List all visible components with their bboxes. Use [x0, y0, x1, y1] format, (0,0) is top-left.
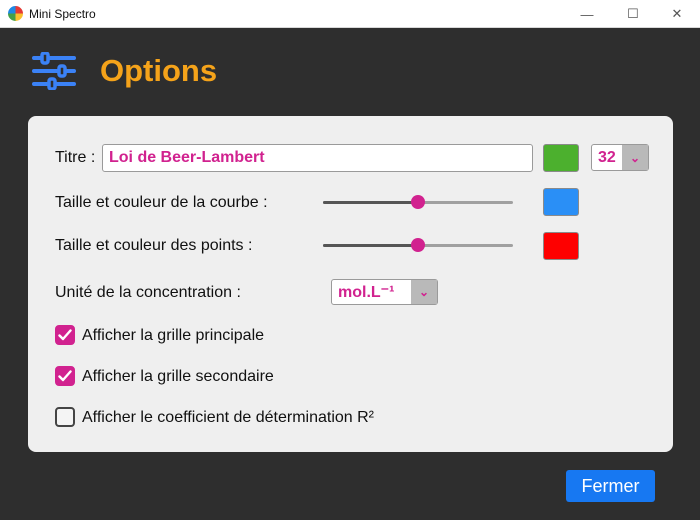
title-color-button[interactable] — [543, 144, 579, 172]
r2-checkbox[interactable] — [55, 407, 75, 427]
unit-select[interactable]: mol.L⁻¹ ⌄ — [331, 279, 438, 305]
slider-thumb[interactable] — [411, 238, 425, 252]
window-title: Mini Spectro — [29, 7, 96, 21]
close-button[interactable]: Fermer — [566, 470, 655, 502]
minimize-button[interactable]: — — [564, 0, 610, 28]
check-icon — [58, 370, 72, 382]
points-label: Taille et couleur des points : — [55, 237, 253, 254]
close-window-button[interactable]: ✕ — [654, 0, 700, 28]
points-color-button[interactable] — [543, 232, 579, 260]
check-icon — [58, 329, 72, 341]
curve-label: Taille et couleur de la courbe : — [55, 194, 268, 211]
title-label: Titre : — [55, 149, 96, 166]
chevron-down-icon: ⌄ — [622, 145, 648, 170]
title-input[interactable] — [102, 144, 533, 172]
secondary-grid-checkbox[interactable] — [55, 366, 75, 386]
main-grid-checkbox[interactable] — [55, 325, 75, 345]
maximize-button[interactable]: ☐ — [610, 0, 656, 28]
main-grid-label: Afficher la grille principale — [82, 327, 265, 344]
points-size-slider[interactable] — [323, 238, 513, 252]
chevron-down-icon: ⌄ — [411, 280, 437, 304]
secondary-grid-label: Afficher la grille secondaire — [82, 368, 274, 385]
app-icon — [8, 6, 23, 21]
slider-thumb[interactable] — [411, 195, 425, 209]
unit-value: mol.L⁻¹ — [338, 284, 395, 301]
r2-label: Afficher le coefficient de détermination… — [82, 409, 375, 426]
page-title: Options — [100, 53, 218, 88]
title-size-value: 32 — [598, 148, 616, 166]
unit-label: Unité de la concentration : — [55, 284, 241, 301]
title-bar: Mini Spectro — ☐ ✕ — [0, 0, 700, 28]
sliders-icon — [32, 52, 76, 90]
curve-size-slider[interactable] — [323, 195, 513, 209]
curve-color-button[interactable] — [543, 188, 579, 216]
title-size-select[interactable]: 32 ⌄ — [591, 144, 649, 171]
